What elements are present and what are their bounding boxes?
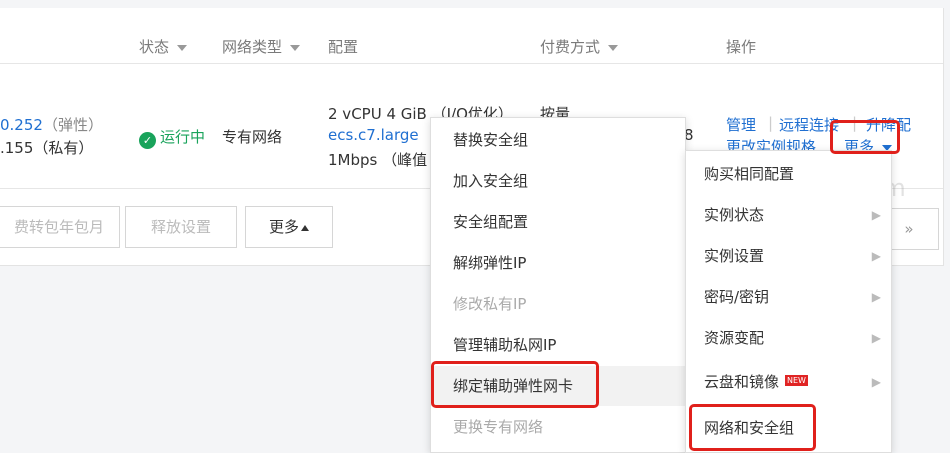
billing-filter-icon[interactable] xyxy=(608,44,619,51)
menu-item-modify-private-ip: 修改私有IP xyxy=(453,295,527,313)
release-settings-button[interactable]: 释放设置 xyxy=(125,206,237,248)
ip-elastic-link[interactable]: 0.252 xyxy=(0,116,43,134)
menu-item-unbind-eip[interactable]: 解绑弹性IP xyxy=(431,243,685,283)
convert-billing-button[interactable]: 费转包年包月 xyxy=(0,206,120,248)
menu-item-change-vpc: 更换专有网络 xyxy=(453,418,544,436)
chevron-right-icon: ▶ xyxy=(871,331,881,345)
caret-up-icon xyxy=(301,224,309,231)
network-type-value: 专有网络 xyxy=(222,128,283,146)
menu-item-password-key[interactable]: 密码/密钥 ▶ xyxy=(686,277,891,317)
config-line3: 1Mbps （峰值 xyxy=(328,151,428,169)
ip-private: .155（私有） xyxy=(0,139,94,157)
divider: | xyxy=(768,114,774,132)
header-network-type[interactable]: 网络类型 xyxy=(222,36,301,57)
instance-type-link[interactable]: ecs.c7.large xyxy=(328,126,419,144)
status-filter-icon[interactable] xyxy=(177,44,188,51)
menu-item-disk-image[interactable]: 云盘和镜像 NEW ▶ xyxy=(686,362,891,402)
header-billing[interactable]: 付费方式 xyxy=(540,36,619,57)
check-circle-icon: ✓ xyxy=(139,132,156,149)
highlight-box-bind-eni xyxy=(431,361,599,408)
chevron-right-icon: ▶ xyxy=(871,249,881,263)
chevron-right-icon: ▶ xyxy=(871,375,881,389)
manage-link[interactable]: 管理 xyxy=(726,114,756,135)
header-config: 配置 xyxy=(328,38,359,56)
status-badge: ✓ 运行中 xyxy=(139,126,205,149)
new-badge: NEW xyxy=(785,375,808,386)
menu-item-join-security-group[interactable]: 加入安全组 xyxy=(431,161,685,201)
menu-item-resource-change[interactable]: 资源变配 ▶ xyxy=(686,318,891,358)
menu-item-replace-security-group[interactable]: 替换安全组 xyxy=(431,120,685,160)
menu-item-security-group-config[interactable]: 安全组配置 xyxy=(431,202,685,242)
table-header: 状态 网络类型 配置 付费方式 操作 xyxy=(0,8,943,64)
highlight-box-more xyxy=(830,120,900,154)
menu-item-buy-same-config[interactable]: 购买相同配置 xyxy=(686,154,891,194)
highlight-box-network-security xyxy=(689,404,816,451)
menu-item-manage-secondary-ip[interactable]: 管理辅助私网IP xyxy=(431,325,685,365)
footer-more-button[interactable]: 更多 xyxy=(245,206,333,248)
menu-item-instance-status[interactable]: 实例状态 ▶ xyxy=(686,195,891,235)
ip-elastic: 0.252（弹性） xyxy=(0,116,103,134)
header-status[interactable]: 状态 xyxy=(139,36,188,57)
menu-item-instance-settings[interactable]: 实例设置 ▶ xyxy=(686,236,891,276)
header-actions: 操作 xyxy=(726,38,757,56)
chevron-right-icon: ▶ xyxy=(871,208,881,222)
network-filter-icon[interactable] xyxy=(290,44,301,51)
chevron-right-icon: ▶ xyxy=(871,290,881,304)
